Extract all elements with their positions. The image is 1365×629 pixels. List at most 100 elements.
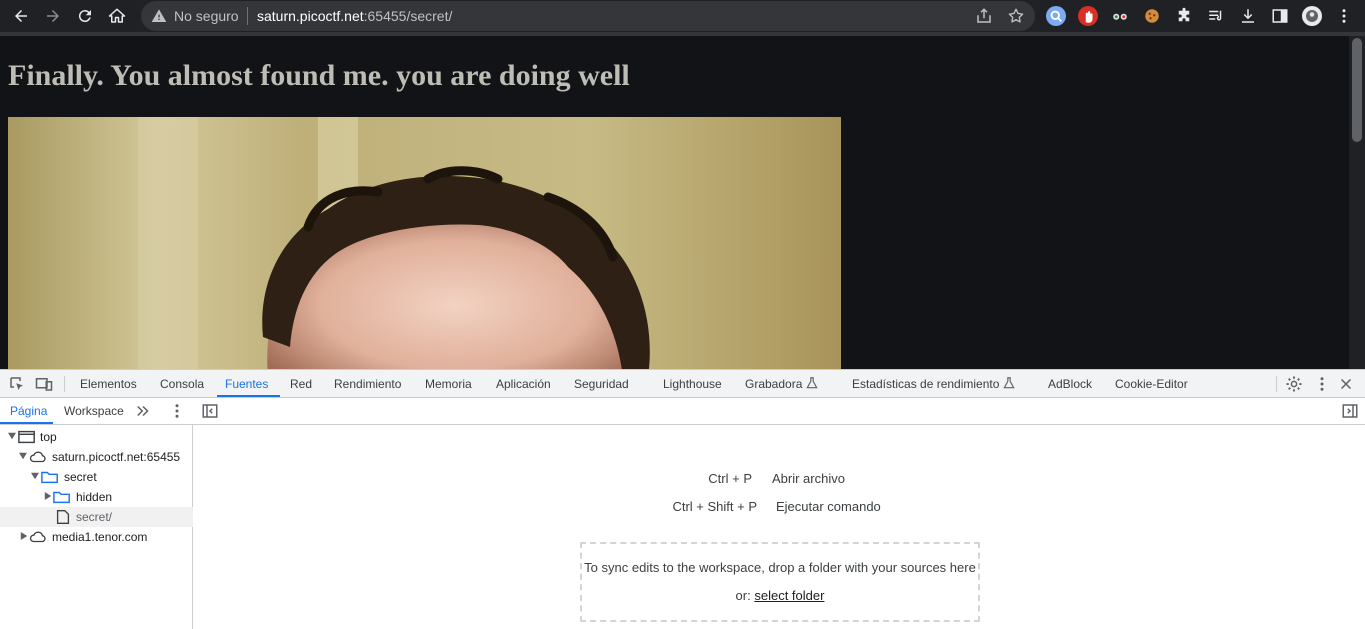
scrollbar-thumb[interactable] [1352, 38, 1362, 142]
triangle-right-icon[interactable] [44, 492, 52, 500]
tree-item-folder-hidden[interactable]: hidden [0, 487, 193, 507]
playlist-icon [1209, 10, 1222, 21]
tree-label: media1.tenor.com [52, 530, 148, 544]
url-text[interactable]: saturn.picoctf.net:65455/secret/ [257, 8, 452, 24]
more-options-icon[interactable] [168, 402, 186, 420]
reload-button[interactable] [73, 4, 97, 28]
profile-avatar-icon[interactable] [1302, 6, 1322, 26]
triangle-down-icon[interactable] [8, 432, 16, 440]
extension-cookie-icon[interactable] [1142, 6, 1162, 26]
tab-grabadora[interactable]: Grabadora [745, 377, 802, 391]
cloud-icon [29, 531, 46, 543]
tab-memoria[interactable]: Memoria [425, 377, 472, 391]
file-icon [56, 510, 70, 524]
workspace-drop-zone[interactable]: To sync edits to the workspace, drop a f… [580, 542, 980, 622]
folder-icon [53, 491, 70, 504]
tab-cookie-editor[interactable]: Cookie-Editor [1115, 377, 1188, 391]
shortcut-action[interactable]: Abrir archivo [772, 471, 845, 486]
tree-label: secret/ [76, 510, 113, 524]
tab-red[interactable]: Red [290, 377, 312, 391]
tree-item-host[interactable]: saturn.picoctf.net:65455 [0, 447, 193, 467]
chevron-double-right-icon[interactable] [134, 402, 152, 420]
security-label[interactable]: No seguro [174, 8, 239, 24]
cookie-icon [1145, 9, 1159, 23]
page-scrollbar[interactable] [1349, 36, 1365, 369]
device-toolbar-icon[interactable] [35, 375, 53, 393]
tree-item-folder-secret[interactable]: secret [0, 467, 193, 487]
tab-separator [64, 376, 65, 392]
triangle-right-icon[interactable] [20, 532, 28, 540]
photo-icon [8, 117, 841, 369]
tree-item-file-secret[interactable]: secret/ [0, 507, 193, 527]
flask-icon [806, 377, 818, 389]
triangle-down-icon[interactable] [31, 472, 39, 480]
bookmark-star-icon[interactable] [1007, 7, 1025, 25]
kebab-menu-icon [1342, 9, 1346, 23]
tab-fuentes[interactable]: Fuentes [225, 377, 268, 391]
forward-button[interactable] [41, 4, 65, 28]
address-bar[interactable]: No seguro saturn.picoctf.net:65455/secre… [141, 1, 1035, 31]
tree-label: top [40, 430, 57, 444]
flask-icon [1003, 377, 1015, 389]
avatar-icon [1306, 10, 1318, 22]
home-icon [108, 8, 126, 23]
tab-elementos[interactable]: Elementos [80, 377, 137, 391]
gear-icon[interactable] [1285, 375, 1303, 393]
panel-icon [1272, 9, 1288, 23]
url-host: saturn.picoctf.net [257, 8, 364, 24]
select-folder-link[interactable]: select folder [754, 588, 824, 603]
reload-icon [78, 10, 91, 23]
glasses-icon [1113, 13, 1127, 20]
triangle-down-icon[interactable] [19, 452, 27, 460]
inspect-element-icon[interactable] [8, 375, 26, 393]
tab-aplicacion[interactable]: Aplicación [496, 377, 551, 391]
tree-item-media-host[interactable]: media1.tenor.com [0, 527, 193, 547]
tree-label: hidden [76, 490, 113, 504]
hand-icon [1085, 11, 1093, 23]
omnibox-separator [247, 7, 248, 25]
tree-item-top[interactable]: top [0, 427, 193, 447]
toggle-sidebar-left-icon[interactable] [201, 402, 219, 420]
tab-adblock[interactable]: AdBlock [1048, 377, 1092, 391]
reading-list-icon[interactable] [1206, 6, 1226, 26]
side-panel-icon[interactable] [1270, 6, 1290, 26]
downloads-icon[interactable] [1238, 6, 1258, 26]
arrow-right-icon [47, 10, 59, 22]
tab-seguridad[interactable]: Seguridad [574, 377, 629, 391]
tree-label: saturn.picoctf.net:65455 [52, 450, 181, 464]
tree-label: secret [64, 470, 97, 484]
devtools-panel: Elementos Consola Fuentes Red Rendimient… [0, 369, 1365, 629]
browser-toolbar: No seguro saturn.picoctf.net:65455/secre… [0, 0, 1365, 32]
shortcut-action[interactable]: Ejecutar comando [776, 499, 881, 514]
web-page: Finally. You almost found me. you are do… [0, 36, 1349, 369]
tab-workspace[interactable]: Workspace [64, 404, 124, 418]
extension-spy-icon[interactable] [1110, 6, 1130, 26]
cloud-icon [29, 451, 46, 463]
tab-rendimiento[interactable]: Rendimiento [334, 377, 401, 391]
warning-icon[interactable] [151, 8, 167, 24]
extension-adblock-icon[interactable] [1078, 6, 1098, 26]
extensions-puzzle-icon[interactable] [1174, 6, 1194, 26]
sources-toolbar: Página Workspace [0, 398, 1365, 425]
folder-icon [41, 471, 58, 484]
shortcut-open-file: Ctrl + P Abrir archivo [194, 471, 1365, 489]
tab-consola[interactable]: Consola [160, 377, 204, 391]
url-path: :65455/secret/ [363, 8, 453, 24]
more-options-icon[interactable] [1313, 375, 1331, 393]
frame-icon [18, 430, 35, 444]
active-tab-indicator [217, 395, 280, 397]
extension-search-icon[interactable] [1046, 6, 1066, 26]
home-button[interactable] [105, 4, 129, 28]
close-icon[interactable] [1337, 375, 1355, 393]
share-icon[interactable] [975, 7, 993, 25]
active-source-tab-indicator [0, 422, 53, 424]
back-button[interactable] [9, 4, 33, 28]
shortcut-keys: Ctrl + P [708, 471, 752, 486]
puzzle-icon [1178, 7, 1190, 22]
tab-lighthouse[interactable]: Lighthouse [663, 377, 722, 391]
page-heading: Finally. You almost found me. you are do… [8, 59, 630, 92]
toggle-sidebar-right-icon[interactable] [1341, 402, 1359, 420]
tab-estadisticas[interactable]: Estadísticas de rendimiento [852, 377, 999, 391]
tab-pagina[interactable]: Página [10, 404, 47, 418]
browser-menu-button[interactable] [1334, 6, 1354, 26]
